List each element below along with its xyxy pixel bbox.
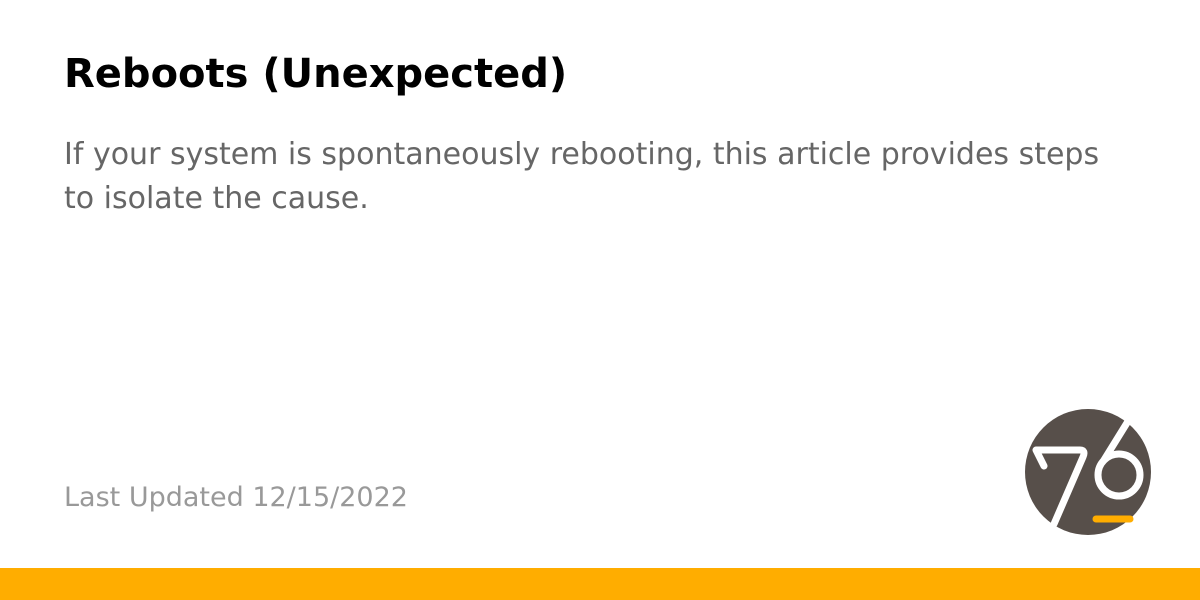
accent-bar — [0, 568, 1200, 600]
article-description: If your system is spontaneously rebootin… — [64, 137, 1100, 216]
last-updated-text: Last Updated 12/15/2022 — [64, 482, 408, 513]
system76-logo-icon — [1025, 409, 1151, 535]
article-card: Reboots (Unexpected) If your system is s… — [0, 0, 1200, 600]
logo-circle — [1025, 409, 1151, 535]
article-title: Reboots (Unexpected) — [64, 51, 568, 97]
